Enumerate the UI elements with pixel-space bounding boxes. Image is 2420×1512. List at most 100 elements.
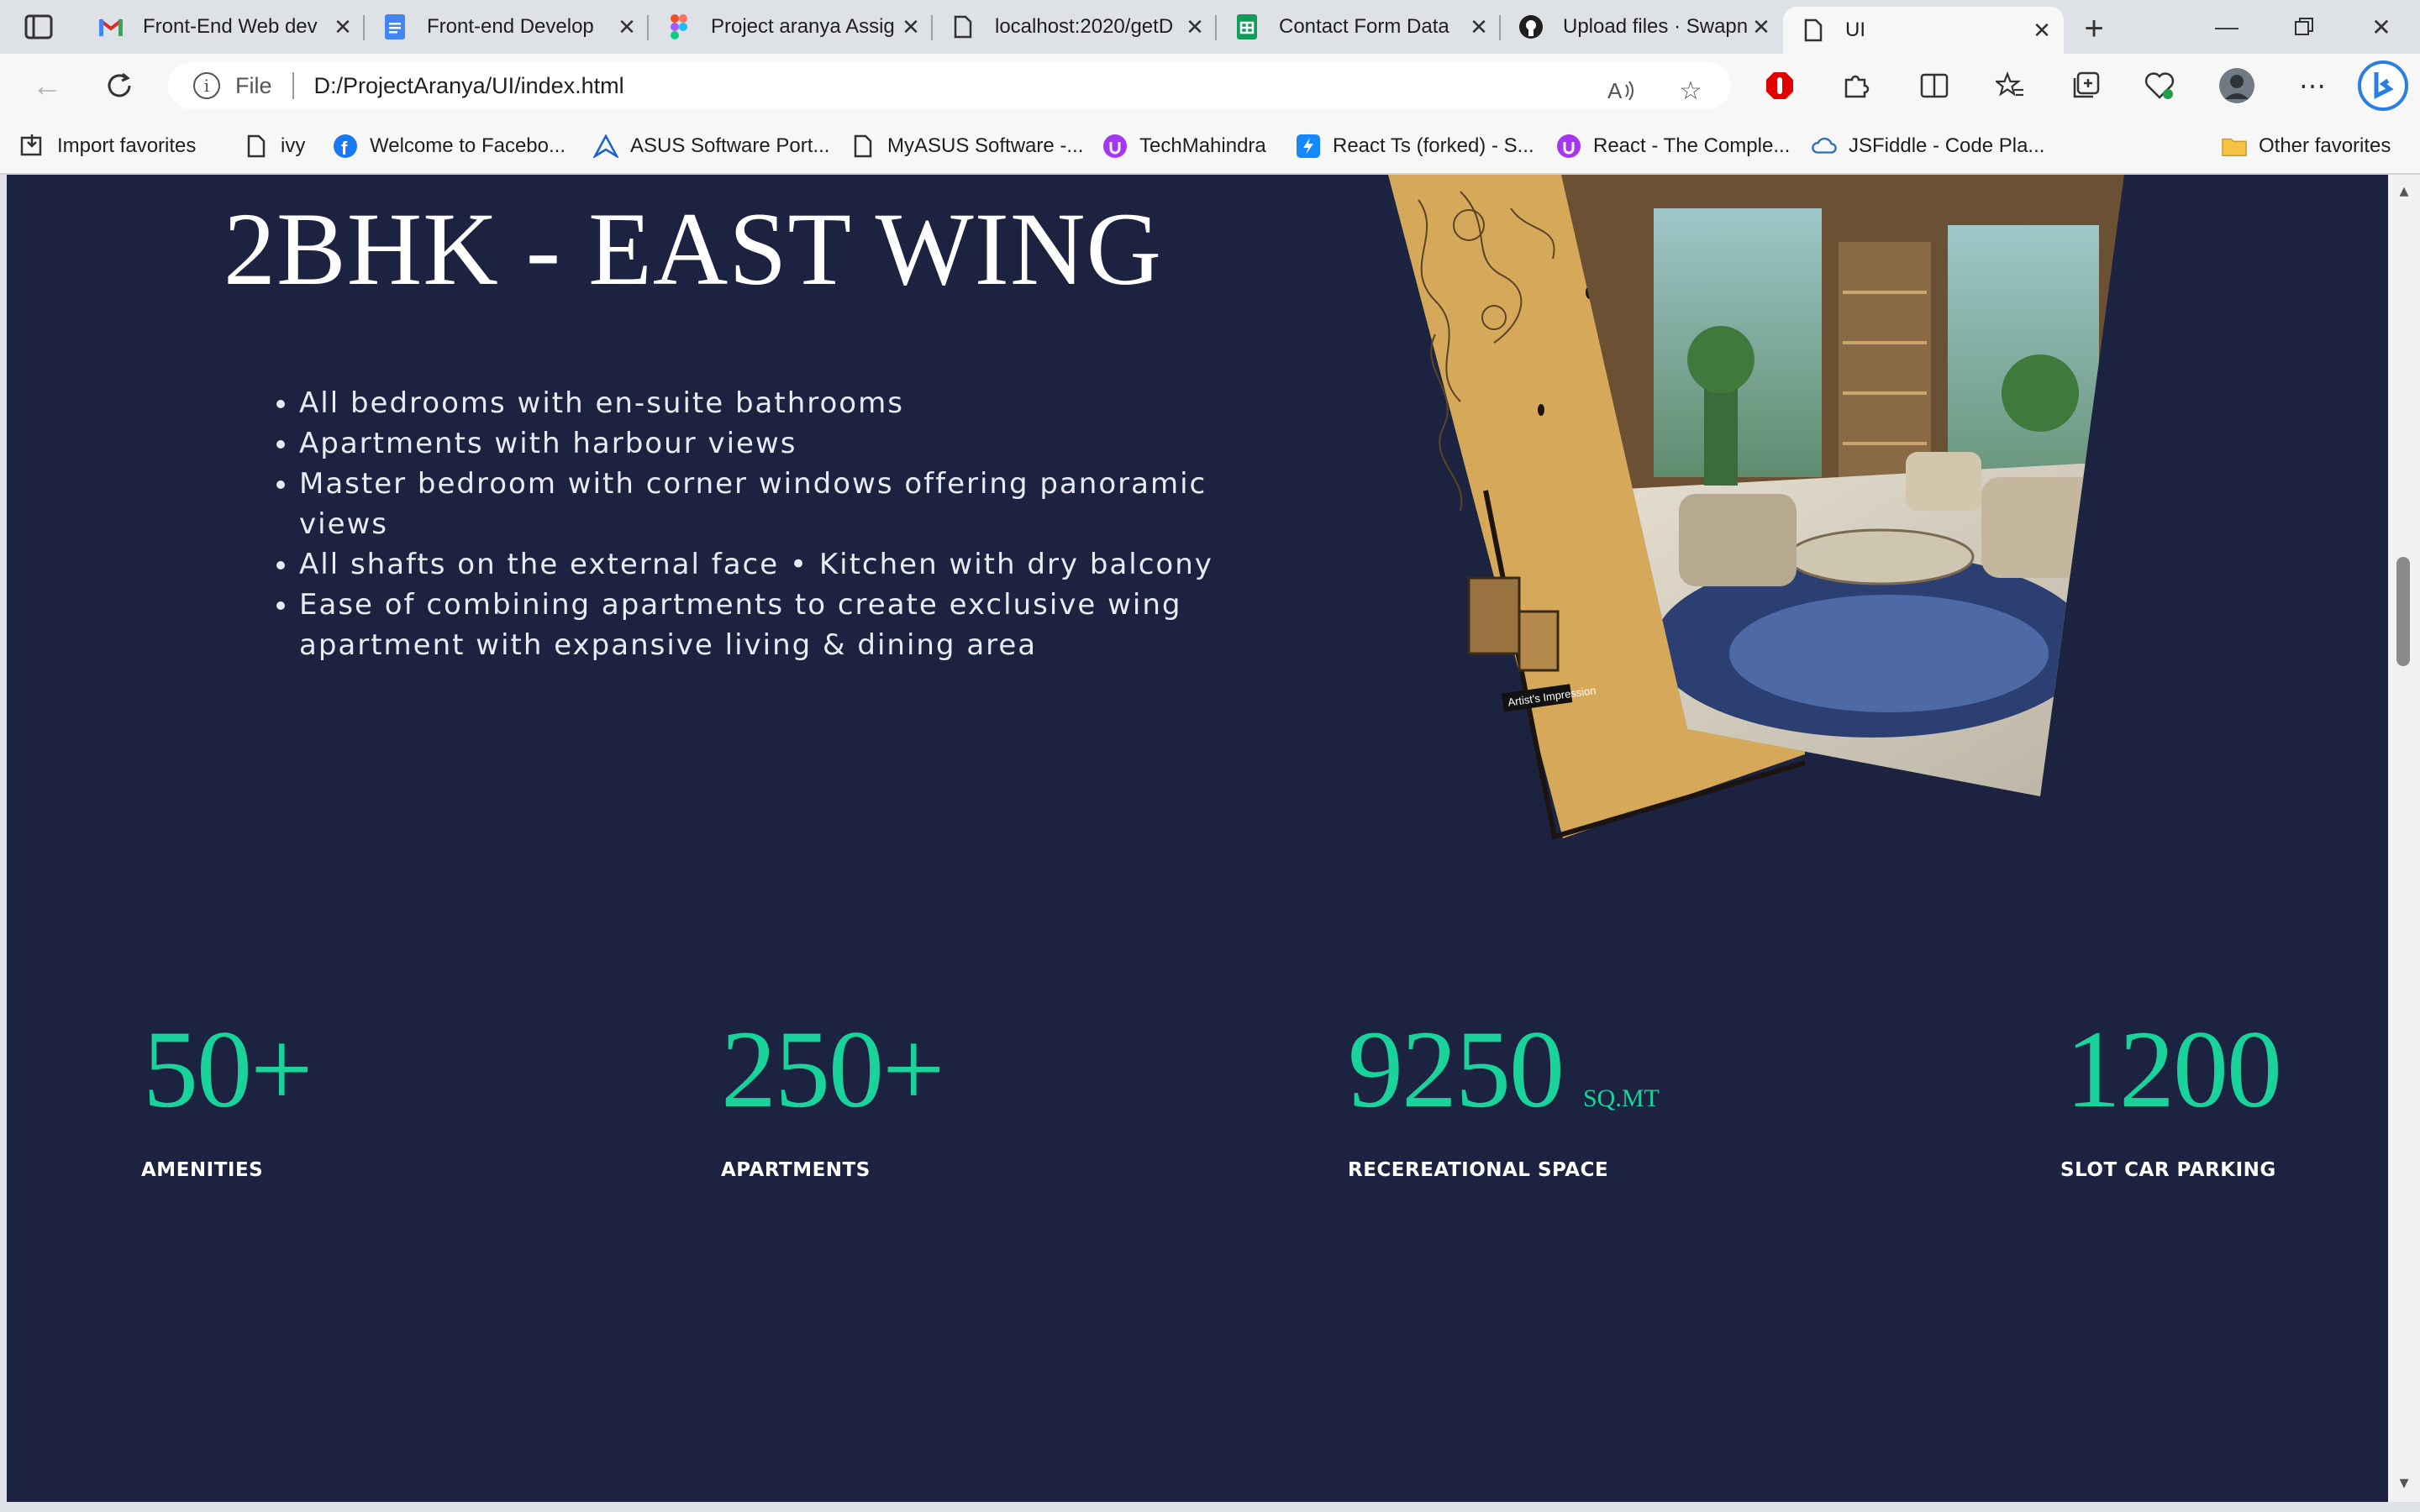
favorite-label: React Ts (forked) - S... — [1333, 134, 1534, 157]
asus-icon — [593, 134, 618, 159]
tab-strip: Front-End Web dev ✕ Front-end Develop ✕ … — [0, 0, 2420, 54]
address-bar[interactable]: i File D:/ProjectAranya/UI/index.html A … — [168, 62, 1731, 109]
svg-text:A: A — [1607, 78, 1623, 103]
figma-icon — [666, 13, 692, 40]
tab-title: localhost:2020/getD — [995, 15, 1174, 38]
divider — [292, 72, 294, 99]
scroll-down-icon[interactable]: ▾ — [2395, 1472, 2413, 1493]
favorites-icon[interactable] — [1991, 67, 2028, 104]
favorite-label: ivy — [281, 134, 306, 157]
folder-icon — [2222, 134, 2247, 159]
tab-7-active[interactable]: UI ✕ — [1783, 7, 2064, 54]
favorite-star-icon[interactable]: ☆ — [1674, 74, 1707, 108]
favorite-label: MyASUS Software -... — [887, 134, 1084, 157]
favorite-myasus[interactable]: MyASUS Software -... — [850, 129, 1083, 163]
adblock-icon[interactable] — [1761, 67, 1798, 104]
close-icon[interactable]: ✕ — [1748, 13, 1775, 40]
url-text[interactable]: D:/ProjectAranya/UI/index.html — [314, 73, 624, 99]
favorite-label: JSFiddle - Code Pla... — [1849, 134, 2045, 157]
close-icon[interactable]: ✕ — [1181, 13, 1208, 40]
tab-title: UI — [1845, 18, 1865, 41]
stat-recreational-label: RECEREATIONAL SPACE — [1348, 1159, 1609, 1181]
extensions-icon[interactable] — [1837, 67, 1874, 104]
tab-3[interactable]: Project aranya Assig ✕ — [649, 7, 933, 47]
stat-parking-label: SLOT CAR PARKING — [2060, 1159, 2276, 1181]
google-sheets-icon — [1234, 13, 1260, 40]
other-favorites[interactable]: Other favorites — [2222, 129, 2391, 163]
favorite-label: TechMahindra — [1139, 134, 1266, 157]
read-aloud-icon[interactable]: A — [1605, 74, 1639, 108]
google-docs-icon — [381, 13, 408, 40]
window-bottom-edge — [0, 1502, 2420, 1512]
stackblitz-icon — [1296, 134, 1321, 159]
browser-toolbar: ← i File D:/ProjectAranya/UI/index.html … — [0, 54, 2420, 118]
profile-avatar[interactable] — [2218, 67, 2255, 104]
tab-1[interactable]: Front-End Web dev ✕ — [81, 7, 365, 47]
favorite-import[interactable]: Import favorites — [20, 129, 196, 163]
tab-title: Contact Form Data — [1279, 15, 1449, 38]
minimize-icon[interactable]: — — [2202, 8, 2252, 45]
stat-parking-value: 1200 — [2065, 1007, 2282, 1131]
tab-title: Front-End Web dev — [143, 15, 318, 38]
tab-5[interactable]: Contact Form Data ✕ — [1217, 7, 1501, 47]
stat-amenities-value: 50+ — [143, 1007, 313, 1131]
collections-icon[interactable] — [2067, 67, 2104, 104]
feature-item: Master bedroom with corner windows offer… — [299, 464, 1249, 544]
stat-amenities-label: AMENITIES — [141, 1159, 264, 1181]
favorite-label: Other favorites — [2259, 134, 2391, 157]
tab-title: Project aranya Assig — [711, 15, 895, 38]
stat-apartments-value: 250+ — [721, 1007, 944, 1131]
github-icon — [1518, 13, 1544, 40]
close-icon[interactable]: ✕ — [329, 13, 356, 40]
feature-item: Apartments with harbour views — [299, 423, 1249, 464]
udemy-icon — [1102, 134, 1128, 159]
copilot-icon[interactable] — [2356, 59, 2410, 113]
tab-4[interactable]: localhost:2020/getD ✕ — [933, 7, 1217, 47]
favorite-asus-portal[interactable]: ASUS Software Port... — [593, 129, 829, 163]
import-favorites-icon — [20, 134, 45, 159]
svg-text:f: f — [341, 138, 348, 159]
new-tab-button[interactable]: + — [2077, 10, 2111, 47]
page-viewport: 2BHK - EAST WING All bedrooms with en-su… — [7, 175, 2388, 1502]
scroll-thumb[interactable] — [2396, 557, 2410, 666]
favorite-react-complete[interactable]: React - The Comple... — [1556, 129, 1790, 163]
more-options-icon[interactable]: ⋯ — [2294, 67, 2331, 104]
close-icon[interactable]: ✕ — [1465, 13, 1492, 40]
stat-unit: SQ.MT — [1583, 1084, 1660, 1112]
restore-icon[interactable] — [2279, 8, 2329, 45]
favorite-label: ASUS Software Port... — [630, 134, 830, 157]
favorite-label: React - The Comple... — [1593, 134, 1791, 157]
favorite-jsfiddle[interactable]: JSFiddle - Code Pla... — [1812, 129, 2044, 163]
scroll-up-icon[interactable]: ▴ — [2395, 180, 2413, 201]
feature-item: All bedrooms with en-suite bathrooms — [299, 383, 1249, 423]
stat-recreational-value: 9250 SQ.MT — [1348, 1007, 1660, 1131]
favorite-facebook[interactable]: f Welcome to Facebo... — [333, 129, 566, 163]
tab-actions-icon[interactable] — [24, 13, 54, 40]
favorite-techmahindra[interactable]: TechMahindra — [1102, 129, 1266, 163]
tab-2[interactable]: Front-end Develop ✕ — [365, 7, 649, 47]
scheme-label: File — [235, 72, 272, 98]
gmail-icon — [97, 13, 124, 40]
favorite-label: Import favorites — [57, 134, 197, 157]
browser-essentials-icon[interactable] — [2141, 67, 2178, 104]
back-arrow-icon[interactable]: ← — [29, 67, 66, 104]
page-icon — [244, 134, 269, 159]
close-icon[interactable]: ✕ — [897, 13, 924, 40]
page-scrollbar[interactable]: ▴ ▾ — [2388, 175, 2420, 1512]
split-screen-icon[interactable] — [1916, 67, 1953, 104]
tab-6[interactable]: Upload files · Swapn ✕ — [1501, 7, 1783, 47]
ink-dot — [1538, 404, 1544, 416]
apartment-interior-image: Artist's Impression — [1388, 175, 2124, 840]
udemy-icon — [1556, 134, 1581, 159]
tab-title: Front-end Develop — [427, 15, 594, 38]
favorite-react-ts[interactable]: React Ts (forked) - S... — [1296, 129, 1534, 163]
stat-apartments-label: APARTMENTS — [721, 1159, 871, 1181]
close-icon[interactable]: ✕ — [613, 13, 640, 40]
close-icon[interactable]: ✕ — [2028, 17, 2055, 44]
close-window-icon[interactable]: ✕ — [2356, 8, 2407, 45]
page-icon — [850, 134, 876, 159]
favorite-ivy[interactable]: ivy — [244, 129, 305, 163]
page-icon — [950, 13, 976, 40]
info-icon[interactable]: i — [193, 72, 220, 99]
refresh-icon[interactable] — [101, 67, 138, 104]
